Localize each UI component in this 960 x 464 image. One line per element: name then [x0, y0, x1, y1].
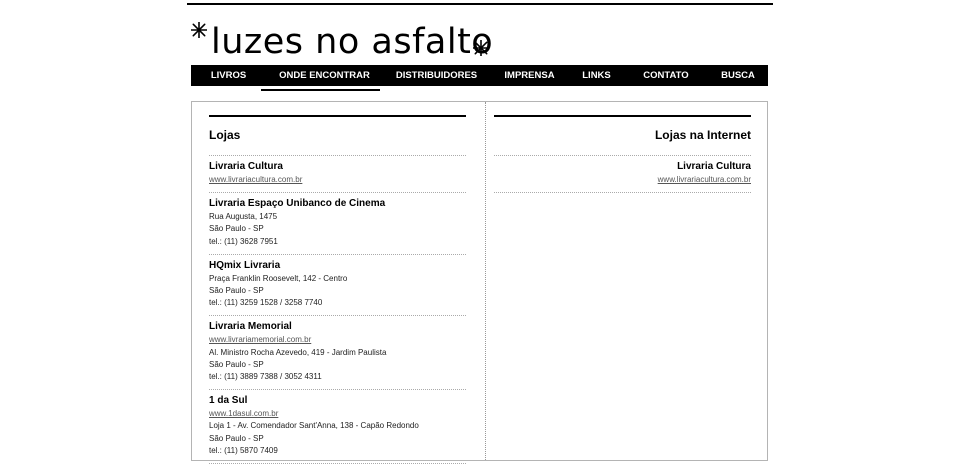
list-end-divider: [494, 192, 751, 194]
store-name: HQmix Livraria: [209, 259, 281, 271]
page: luzes no asfalto LIVROS ONDE ENCONTRAR D…: [187, 0, 773, 464]
asterisk-star-icon: [473, 40, 489, 56]
store-name: Livraria Espaço Unibanco de Cinema: [209, 198, 386, 210]
lojas-list: Livraria Cultura www.livrariacultura.com.…: [209, 155, 466, 464]
store-detail-line: Praça Franklin Roosevelt, 142 - Centro: [209, 273, 348, 283]
lojas-column: Lojas Livraria Cultura www.livrariacultur…: [209, 115, 466, 464]
store-item: Livraria Cultura www.livrariacultura.com.…: [494, 155, 751, 192]
internet-title: Lojas na Internet: [654, 128, 751, 142]
nav-item-onde-encontrar[interactable]: ONDE ENCONTRAR: [266, 65, 383, 86]
store-detail-line: tel.: (11) 5870 7409: [209, 445, 278, 455]
store-name: 1 da Sul: [209, 395, 248, 407]
store-name: Livraria Cultura: [677, 161, 751, 172]
store-item: Livraria Cultura www.livrariacultura.com.…: [209, 155, 466, 192]
nav-item-imprensa[interactable]: IMPRENSA: [490, 65, 569, 86]
nav-item-contato[interactable]: CONTATO: [624, 65, 708, 86]
store-website-link[interactable]: www.livrariacultura.com.br: [494, 174, 751, 186]
nav-active-indicator: [261, 89, 380, 91]
store-detail-line: São Paulo - SP: [209, 286, 264, 296]
top-rule: [187, 3, 773, 5]
lojas-title: Lojas: [209, 128, 241, 142]
store-detail-line: São Paulo - SP: [209, 433, 264, 443]
store-item: Livraria Espaço Unibanco de Cinema Rua Au…: [209, 192, 466, 254]
column-divider: [485, 102, 486, 460]
store-item: Livraria Memorial www.livrariamemorial.co…: [209, 315, 466, 389]
section-rule: [494, 115, 751, 117]
nav-item-distribuidores[interactable]: DISTRIBUIDORES: [383, 65, 490, 86]
nav-item-busca[interactable]: BUSCA: [708, 65, 768, 86]
store-website-link[interactable]: www.livrariacultura.com.br: [209, 174, 466, 186]
store-detail-line: São Paulo - SP: [209, 224, 264, 234]
store-website-link[interactable]: www.livrariamemorial.com.br: [209, 334, 466, 346]
store-name: Livraria Cultura: [209, 161, 283, 172]
store-detail-line: tel.: (11) 3889 7388 / 3052 4311: [209, 372, 322, 382]
logo-text: luzes no asfalto: [211, 22, 494, 62]
store-website-link[interactable]: www.1dasul.com.br: [209, 408, 466, 420]
store-item: 1 da Sul www.1dasul.com.br Loja 1 - Av. Co…: [209, 389, 466, 463]
content-panel: Lojas Livraria Cultura www.livrariacultur…: [191, 101, 768, 464]
store-detail-line: Al. Ministro Rocha Azevedo, 419 - Jardim…: [209, 347, 387, 357]
asterisk-star-icon: [191, 22, 207, 38]
section-rule: [209, 115, 466, 117]
store-item: HQmix Livraria Praça Franklin Roosevelt, …: [209, 253, 466, 316]
store-detail-line: tel.: (11) 3259 1528 / 3258 7740: [209, 298, 323, 308]
internet-column: Lojas na Internet Livraria Cultura www.li…: [494, 115, 751, 194]
store-detail-line: Rua Augusta, 1475: [209, 212, 278, 222]
store-detail-line: São Paulo - SP: [209, 359, 264, 369]
internet-list: Livraria Cultura www.livrariacultura.com.…: [494, 155, 751, 194]
store-detail-line: Loja 1 - Av. Comendador Sant'Anna, 138 -…: [209, 421, 419, 431]
nav-item-links[interactable]: LINKS: [569, 65, 624, 86]
store-detail-line: tel.: (11) 3628 7951: [209, 236, 278, 246]
main-nav: LIVROS ONDE ENCONTRAR DISTRIBUIDORES IMP…: [191, 65, 768, 86]
nav-item-livros[interactable]: LIVROS: [191, 65, 266, 86]
store-name: Livraria Memorial: [209, 321, 292, 333]
